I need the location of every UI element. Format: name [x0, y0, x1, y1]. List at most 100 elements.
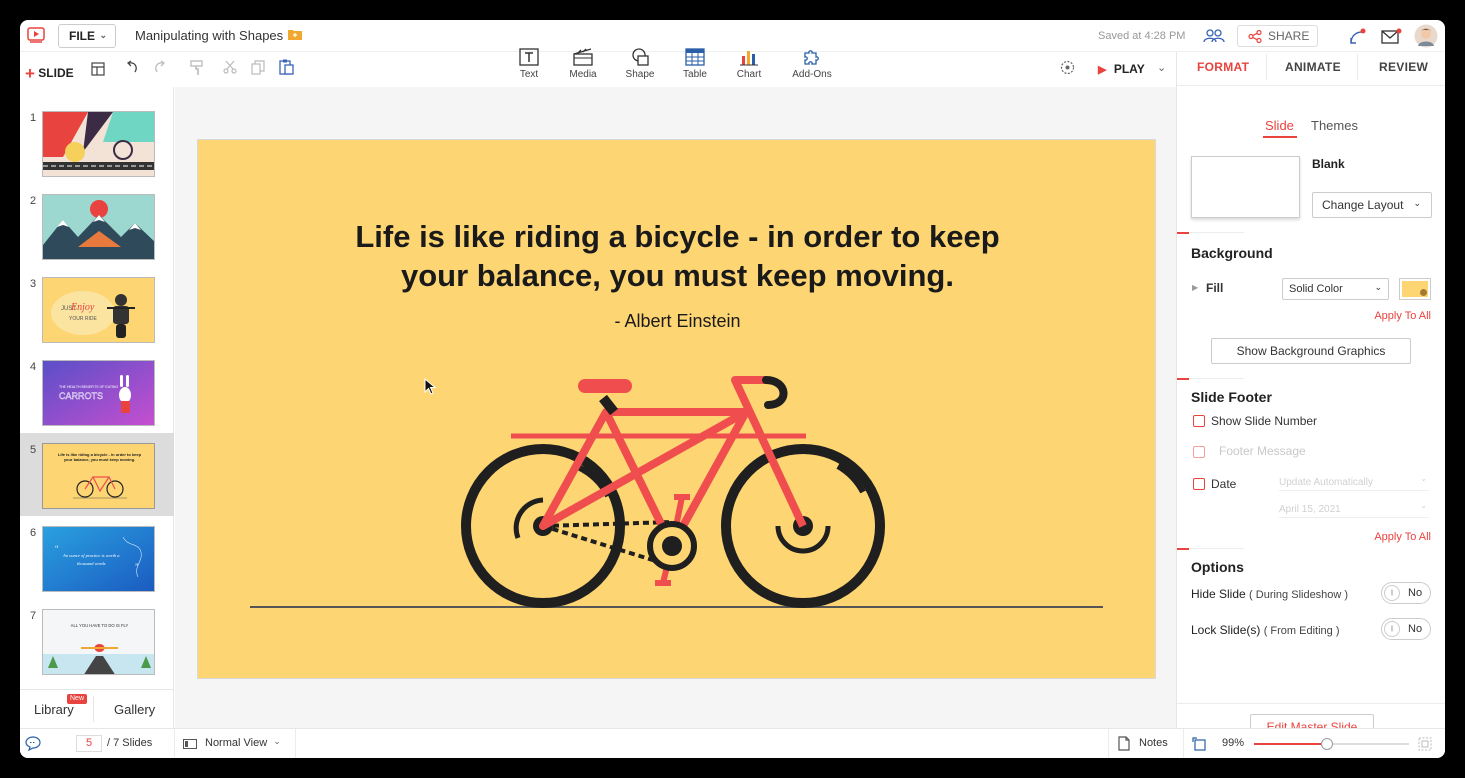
insert-shape-button[interactable]: Shape [615, 48, 665, 80]
layout-icon[interactable] [91, 62, 105, 76]
layout-name: Blank [1312, 157, 1345, 171]
copy-icon[interactable] [251, 60, 265, 75]
format-panel: FORMAT ANIMATE REVIEW Slide Themes Blank… [1176, 52, 1445, 740]
toggle-knob: || [1384, 585, 1400, 601]
slide-preview: ALL YOU HAVE TO DO IS FLY [42, 609, 155, 675]
slide-thumbnail-3[interactable]: 3 JUST Enjoy YOUR RIDE [20, 267, 174, 350]
date-checkbox[interactable] [1193, 478, 1205, 490]
notes-icon[interactable] [1118, 736, 1130, 751]
current-slide-input[interactable]: 5 [76, 735, 102, 752]
tab-format[interactable]: FORMAT [1197, 60, 1249, 74]
share-button[interactable]: SHARE [1237, 25, 1318, 47]
slide-thumbnail-5[interactable]: 5 Life is like riding a bicycle - in ord… [20, 433, 174, 516]
change-layout-button[interactable]: Change Layout ⌄ [1312, 192, 1432, 218]
lock-slide-label: Lock Slide(s) ( From Editing ) [1191, 623, 1340, 637]
view-mode-select[interactable]: Normal View ⌄ [205, 736, 281, 749]
status-divider [295, 729, 296, 758]
current-slide[interactable]: Life is like riding a bicycle - in order… [197, 139, 1156, 679]
hide-slide-toggle[interactable]: || No [1381, 582, 1431, 604]
cut-icon[interactable] [223, 60, 237, 74]
redo-icon[interactable] [153, 60, 167, 74]
user-avatar[interactable] [1414, 24, 1438, 48]
bicycle-illustration[interactable] [198, 140, 1157, 680]
gallery-tab[interactable]: Gallery [114, 702, 155, 717]
app-logo-icon[interactable] [27, 27, 45, 43]
insert-text-button[interactable]: Text [504, 48, 554, 80]
slide-thumbnail-4[interactable]: 4 THE HEALTH BENEFITS OF EATING CARROTS [20, 350, 174, 433]
toggle-knob: || [1384, 621, 1400, 637]
chat-icon[interactable] [25, 736, 41, 751]
slide-preview: Life is like riding a bicycle - in order… [42, 443, 155, 509]
slide-preview: JUST Enjoy YOUR RIDE [42, 277, 155, 343]
fill-color-picker[interactable] [1399, 278, 1431, 300]
apply-to-all-footer[interactable]: Apply To All [1374, 531, 1431, 543]
format-painter-icon[interactable] [190, 60, 204, 76]
tab-review[interactable]: REVIEW [1379, 60, 1428, 74]
notes-label[interactable]: Notes [1139, 737, 1168, 749]
slide-thumbnail-6[interactable]: 6 “An ounce of practice is worth a thousa… [20, 516, 174, 599]
chevron-down-icon: ⌄ [1374, 282, 1382, 292]
shape-icon [615, 48, 665, 66]
date-format-select[interactable]: April 15, 2021 ⌄ [1279, 501, 1429, 518]
table-tool-label: Table [683, 69, 707, 80]
play-options-chevron-icon[interactable]: ⌄ [1157, 61, 1166, 74]
play-button[interactable]: ▶ PLAY [1098, 62, 1145, 76]
show-slide-number-checkbox[interactable] [1193, 415, 1205, 427]
svg-text:YOUR RIDE: YOUR RIDE [69, 316, 97, 322]
svg-text:An ounce of practice is worth: An ounce of practice is worth a [62, 553, 120, 558]
subtab-themes[interactable]: Themes [1311, 118, 1358, 133]
view-mode-value: Normal View [205, 737, 268, 749]
zoom-slider-handle[interactable] [1320, 738, 1333, 750]
fill-type-select[interactable]: Solid Color ⌄ [1282, 278, 1389, 300]
app-window: FILE ⌄ Manipulating with Shapes Saved at … [20, 20, 1445, 758]
section-divider [1189, 548, 1244, 549]
tabs-bottom-border [1177, 85, 1445, 86]
document-title[interactable]: Manipulating with Shapes [135, 28, 283, 43]
fullscreen-icon[interactable] [1418, 737, 1432, 751]
subtab-active-indicator [1263, 136, 1297, 138]
slide-preview: THE HEALTH BENEFITS OF EATING CARROTS [42, 360, 155, 426]
chevron-down-icon: ⌄ [99, 30, 107, 40]
undo-icon[interactable] [125, 60, 139, 74]
add-ons-button[interactable]: Add-Ons [787, 48, 837, 80]
subtab-slide[interactable]: Slide [1265, 118, 1294, 133]
layout-preview[interactable] [1191, 156, 1300, 218]
paste-icon[interactable] [279, 59, 294, 75]
text-box-icon [504, 48, 554, 66]
collaborators-icon[interactable] [1203, 29, 1225, 43]
footer-message-input[interactable]: Footer Message [1219, 444, 1306, 458]
slide-preview [42, 194, 155, 260]
zoom-level: 99% [1222, 737, 1245, 749]
footer-message-checkbox[interactable] [1193, 446, 1205, 458]
lock-slide-toggle[interactable]: || No [1381, 618, 1431, 640]
insert-table-button[interactable]: Table [670, 48, 720, 80]
fit-to-window-icon[interactable] [1192, 737, 1206, 751]
date-label: Date [1211, 477, 1237, 491]
slide-thumbnail-2[interactable]: 2 [20, 184, 174, 267]
mail-icon[interactable] [1381, 28, 1403, 44]
folder-icon[interactable] [288, 29, 302, 40]
slide-thumbnail-7[interactable]: 7 ALL YOU HAVE TO DO IS FLY [20, 599, 174, 682]
apply-to-all-background[interactable]: Apply To All [1374, 310, 1431, 322]
panel-bottom-divider [1177, 703, 1445, 704]
status-divider [174, 729, 175, 758]
library-tab[interactable]: Library [34, 702, 74, 717]
add-slide-button[interactable]: + SLIDE [25, 62, 74, 83]
file-menu-button[interactable]: FILE ⌄ [58, 24, 116, 48]
expand-arrow-icon[interactable]: ▶ [1192, 283, 1198, 292]
slide-thumbnail-1[interactable]: 1 [20, 101, 174, 184]
tab-animate[interactable]: ANIMATE [1285, 60, 1341, 74]
date-mode-select[interactable]: Update Automatically ⌄ [1279, 474, 1429, 491]
share-label: SHARE [1268, 29, 1310, 43]
section-marker [1177, 548, 1189, 550]
show-background-graphics-button[interactable]: Show Background Graphics [1211, 338, 1411, 364]
svg-text:THE HEALTH BENEFITS OF EATING: THE HEALTH BENEFITS OF EATING [59, 385, 118, 389]
whats-new-icon[interactable] [1348, 27, 1368, 45]
animation-settings-icon[interactable] [1060, 60, 1075, 75]
slide-number: 2 [30, 195, 37, 207]
insert-chart-button[interactable]: Chart [724, 48, 774, 80]
plus-icon: + [25, 64, 35, 83]
play-icon: ▶ [1098, 64, 1107, 76]
zoom-slider[interactable] [1254, 738, 1409, 750]
insert-media-button[interactable]: Media [558, 48, 608, 80]
